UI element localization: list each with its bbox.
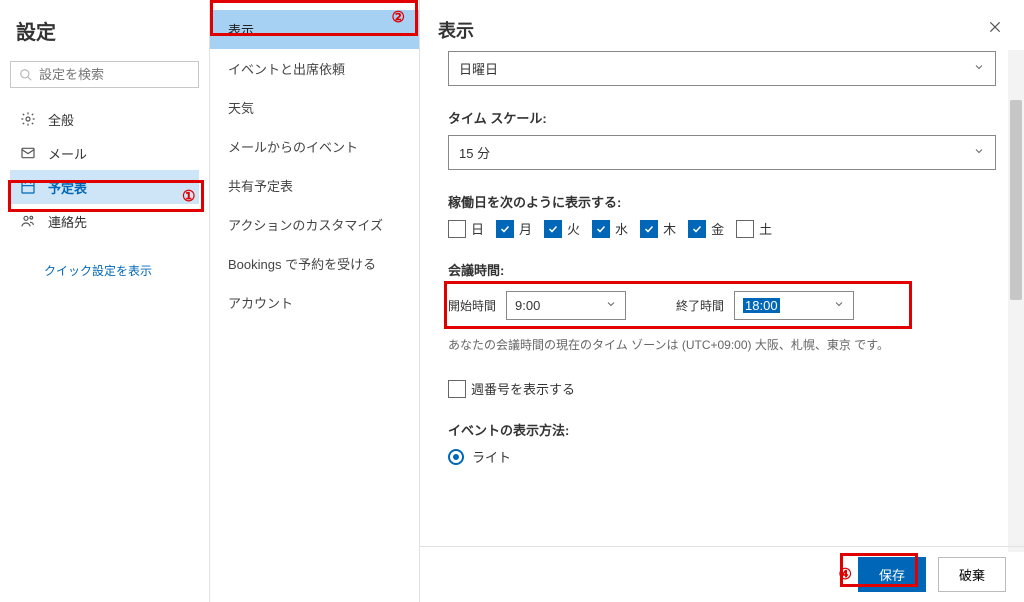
first-day-select[interactable]: 日曜日: [448, 51, 996, 86]
workday-label: 月: [519, 219, 532, 238]
category-mail[interactable]: メール: [10, 136, 199, 170]
start-time-label: 開始時間: [448, 297, 496, 314]
gear-icon: [20, 111, 36, 127]
workday-label: 日: [471, 219, 484, 238]
workdays-label: 稼働日を次のように表示する:: [448, 192, 996, 211]
chevron-down-icon: [973, 61, 985, 76]
annotation-badge-2: ②: [392, 8, 405, 27]
subnav-bookings[interactable]: Bookings で予約を受ける: [210, 244, 419, 283]
event-style-option: ライト: [472, 447, 511, 466]
workday-checkbox[interactable]: 水: [592, 219, 628, 238]
people-icon: [20, 213, 36, 229]
category-label: 予定表: [48, 178, 189, 197]
chevron-down-icon: [973, 145, 985, 160]
workday-label: 木: [663, 219, 676, 238]
mail-icon: [20, 145, 36, 161]
week-numbers-checkbox[interactable]: 週番号を表示する: [448, 379, 996, 398]
time-scale-select[interactable]: 15 分: [448, 135, 996, 170]
quick-settings-link[interactable]: クイック設定を表示: [44, 262, 199, 279]
workday-label: 金: [711, 219, 724, 238]
event-style-label: イベントの表示方法:: [448, 420, 996, 439]
meeting-hours-label: 会議時間:: [448, 260, 996, 279]
category-people[interactable]: 連絡先: [10, 204, 199, 238]
settings-title: 設定: [16, 16, 193, 45]
category-general[interactable]: 全般: [10, 102, 199, 136]
checkbox-icon: [544, 220, 562, 238]
workday-label: 土: [759, 219, 772, 238]
calendar-icon: [20, 179, 36, 195]
discard-button[interactable]: 破棄: [938, 557, 1006, 592]
search-icon: [19, 68, 33, 82]
week-numbers-label: 週番号を表示する: [471, 379, 575, 398]
workday-checkbox[interactable]: 木: [640, 219, 676, 238]
checkbox-icon: [592, 220, 610, 238]
subnav-weather[interactable]: 天気: [210, 88, 419, 127]
category-label: メール: [48, 144, 189, 163]
workday-checkbox[interactable]: 土: [736, 219, 772, 238]
subnav-customize[interactable]: アクションのカスタマイズ: [210, 205, 419, 244]
checkbox-icon: [496, 220, 514, 238]
time-scale-value: 15 分: [459, 143, 490, 162]
close-icon: [988, 20, 1002, 34]
search-input-wrap[interactable]: [10, 61, 199, 88]
subnav-view[interactable]: 表示: [210, 10, 419, 49]
workday-label: 水: [615, 219, 628, 238]
event-style-light[interactable]: ライト: [448, 447, 996, 466]
workday-checkbox[interactable]: 金: [688, 219, 724, 238]
subnav-from-mail[interactable]: メールからのイベント: [210, 127, 419, 166]
scrollbar-thumb[interactable]: [1010, 100, 1022, 300]
workday-checkbox[interactable]: 月: [496, 219, 532, 238]
checkbox-icon: [640, 220, 658, 238]
vertical-scrollbar[interactable]: [1008, 50, 1024, 552]
end-time-value: 18:00: [743, 298, 780, 313]
workday-checkbox[interactable]: 日: [448, 219, 484, 238]
end-time-label: 終了時間: [676, 297, 724, 314]
save-button[interactable]: 保存: [858, 557, 926, 592]
close-button[interactable]: [984, 16, 1006, 43]
workday-label: 火: [567, 219, 580, 238]
end-time-select[interactable]: 18:00: [734, 291, 854, 320]
radio-icon: [448, 449, 464, 465]
subnav-shared[interactable]: 共有予定表: [210, 166, 419, 205]
checkbox-icon: [448, 220, 466, 238]
annotation-badge-1: ①: [182, 187, 195, 206]
workdays-row: 日月火水木金土: [448, 219, 996, 238]
checkbox-icon: [736, 220, 754, 238]
chevron-down-icon: [833, 298, 845, 313]
checkbox-icon: [448, 380, 466, 398]
subnav-events[interactable]: イベントと出席依頼: [210, 49, 419, 88]
category-calendar[interactable]: 予定表: [10, 170, 199, 204]
subnav-account[interactable]: アカウント: [210, 283, 419, 322]
first-day-value: 日曜日: [459, 59, 498, 78]
search-input[interactable]: [39, 67, 190, 82]
start-time-select[interactable]: 9:00: [506, 291, 626, 320]
start-time-value: 9:00: [515, 298, 540, 313]
annotation-badge-4: ④: [839, 565, 852, 584]
panel-title: 表示: [438, 17, 984, 43]
category-label: 全般: [48, 110, 189, 129]
timezone-note: あなたの会議時間の現在のタイム ゾーンは (UTC+09:00) 大阪、札幌、東…: [448, 336, 996, 353]
workday-checkbox[interactable]: 火: [544, 219, 580, 238]
checkbox-icon: [688, 220, 706, 238]
chevron-down-icon: [605, 298, 617, 313]
time-scale-label: タイム スケール:: [448, 108, 996, 127]
category-label: 連絡先: [48, 212, 189, 231]
